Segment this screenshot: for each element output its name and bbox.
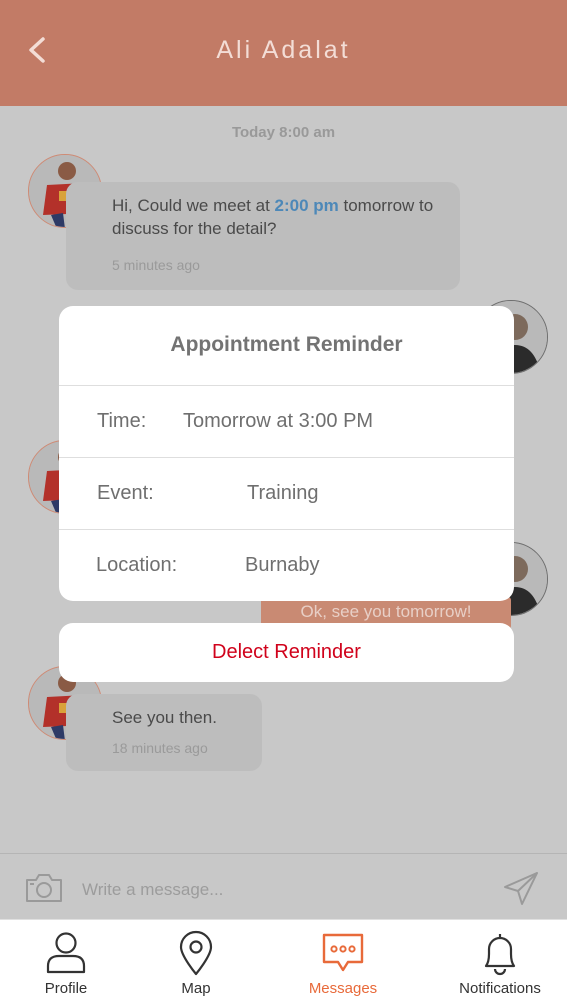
row-label: Time: [97, 410, 147, 432]
camera-icon[interactable] [24, 872, 64, 904]
message-timestamp: 18 minutes ago [112, 740, 208, 756]
reminder-event-row: Event: Training [59, 458, 514, 530]
row-label: Location: [96, 554, 178, 576]
tab-map[interactable]: Map [152, 920, 240, 1008]
row-value: Training [247, 482, 319, 504]
app-header: Ali Adalat [0, 0, 567, 106]
reminder-location-row: Location: Burnaby [59, 530, 514, 601]
message-composer [0, 853, 567, 919]
bell-icon [484, 934, 516, 976]
message-bubble: Hi, Could we meet at 2:00 pm tomorrow to… [66, 182, 460, 290]
message-text-start: Hi, Could we meet at [112, 196, 275, 215]
tab-profile[interactable]: Profile [22, 920, 110, 1008]
reminder-time-row: Time: Tomorrow at 3:00 PM [59, 386, 514, 458]
tab-label: Map [181, 980, 211, 997]
message-text: See you then. [112, 708, 217, 727]
message-input[interactable] [82, 874, 472, 906]
message-text: Hi, Could we meet at 2:00 pm tomorrow to… [112, 196, 433, 238]
page-title: Ali Adalat [216, 36, 351, 64]
person-icon [46, 932, 86, 974]
tab-label: Profile [44, 980, 88, 997]
dialog-title: Appointment Reminder [59, 306, 514, 386]
tab-notifications[interactable]: Notifications [450, 920, 550, 1008]
message-bubble: See you then. 18 minutes ago [66, 694, 262, 771]
tab-label: Notifications [459, 980, 541, 997]
message-timestamp: 5 minutes ago [112, 257, 200, 273]
row-label: Event: [97, 482, 154, 504]
delete-reminder-button[interactable]: Delect Reminder [59, 623, 514, 682]
send-icon[interactable] [502, 870, 540, 908]
chat-bubble-icon [322, 933, 364, 972]
map-pin-icon [179, 930, 213, 976]
tab-messages[interactable]: Messages [299, 920, 387, 1008]
day-timestamp: Today 8:00 am [231, 124, 336, 141]
tab-label: Messages [308, 980, 378, 997]
row-value: Tomorrow at 3:00 PM [183, 410, 374, 432]
message-time-link[interactable]: 2:00 pm [275, 196, 339, 215]
row-value: Burnaby [245, 554, 320, 576]
bottom-tab-bar: Profile Map Messages Notifications [0, 919, 567, 1008]
appointment-reminder-dialog: Appointment Reminder Time: Tomorrow at 3… [59, 306, 514, 601]
